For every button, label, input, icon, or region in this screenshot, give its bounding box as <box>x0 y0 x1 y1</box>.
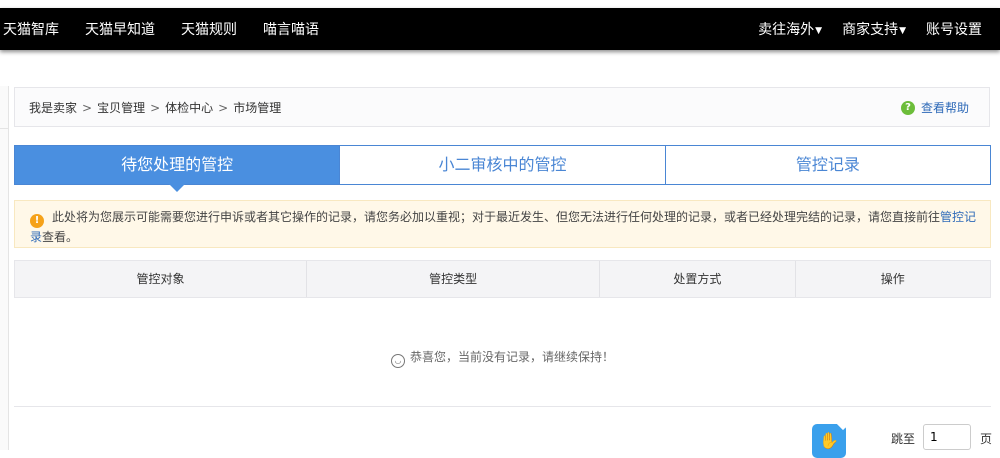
column-header-disposal-method: 处置方式 <box>600 261 796 297</box>
page-number-input[interactable] <box>923 424 971 450</box>
view-help-label: 查看帮助 <box>920 101 969 115</box>
caret-down-icon: ▼ <box>815 26 823 36</box>
breadcrumb-item-product-management[interactable]: 宝贝管理 <box>97 101 145 115</box>
breadcrumb-bar: 我是卖家 > 宝贝管理 > 体检中心 > 市场管理 ? 查看帮助 <box>14 87 990 127</box>
nav-merchant-support[interactable]: 商家支持▼ <box>842 19 906 39</box>
nav-miaoyan-miaoyu[interactable]: 喵言喵语 <box>263 19 319 39</box>
nav-merchant-support-label: 商家支持 <box>842 22 899 38</box>
left-sidebar-edge <box>0 86 9 450</box>
online-service-icon[interactable]: ✋ <box>812 424 846 458</box>
tab-under-review-controls[interactable]: 小二审核中的管控 <box>340 145 666 185</box>
empty-state: ◡ 恭喜您，当前没有记录，请继续保持！ <box>14 348 991 368</box>
tab-pending-controls[interactable]: 待您处理的管控 <box>14 145 341 192</box>
top-nav-bar: 天猫智库 天猫早知道 天猫规则 喵言喵语 卖往海外▼ 商家支持▼ 账号设置 <box>0 8 1000 50</box>
column-header-control-object: 管控对象 <box>15 261 308 297</box>
top-nav-left: 天猫智库 天猫早知道 天猫规则 喵言喵语 <box>3 8 345 50</box>
notice-banner: ! 此处将为您展示可能需要您进行申诉或者其它操作的记录，请您务必加以重视；对于最近… <box>14 200 991 248</box>
breadcrumb-separator: > <box>82 101 93 115</box>
top-nav-right: 卖往海外▼ 商家支持▼ 账号设置 <box>738 8 982 50</box>
table-bottom-divider <box>14 406 991 407</box>
sidebar-divider <box>0 128 8 129</box>
notice-tail: 查看。 <box>42 230 79 244</box>
help-question-icon: ? <box>900 101 915 115</box>
nav-sell-overseas-label: 卖往海外 <box>758 22 815 38</box>
nav-tmall-zhiku[interactable]: 天猫智库 <box>3 19 59 39</box>
page-unit-label: 页 <box>980 432 993 446</box>
nav-tmall-rules[interactable]: 天猫规则 <box>181 19 237 39</box>
column-header-actions: 操作 <box>880 272 905 286</box>
caret-down-icon: ▼ <box>899 26 906 36</box>
control-tabs: 待您处理的管控 小二审核中的管控 管控记录 <box>14 145 991 192</box>
empty-state-message: 恭喜您，当前没有记录，请继续保持！ <box>409 350 614 364</box>
nav-sell-overseas[interactable]: 卖往海外▼ <box>758 19 822 39</box>
breadcrumb: 我是卖家 > 宝贝管理 > 体检中心 > 市场管理 <box>29 88 281 128</box>
column-header-control-type: 管控类型 <box>307 261 601 297</box>
tab-control-records[interactable]: 管控记录 <box>665 145 991 185</box>
breadcrumb-item-checkup-center[interactable]: 体检中心 <box>165 101 213 115</box>
breadcrumb-separator: > <box>150 101 161 115</box>
breadcrumb-item-seller[interactable]: 我是卖家 <box>29 101 77 115</box>
warning-icon: ! <box>30 214 44 228</box>
breadcrumb-item-market-management: 市场管理 <box>233 101 282 115</box>
view-help-link[interactable]: ? 查看帮助 <box>900 88 969 128</box>
nav-tmall-zaozhidao[interactable]: 天猫早知道 <box>85 19 155 39</box>
breadcrumb-separator: > <box>218 101 229 115</box>
table-header: 管控对象 管控类型 处置方式 操作 <box>14 260 991 298</box>
nav-account-settings[interactable]: 账号设置 <box>926 19 982 39</box>
smile-icon: ◡ <box>390 354 405 368</box>
notice-text: 此处将为您展示可能需要您进行申诉或者其它操作的记录，请您务必加以重视；对于最近发… <box>52 210 941 224</box>
jump-to-label: 跳至 <box>891 432 916 446</box>
